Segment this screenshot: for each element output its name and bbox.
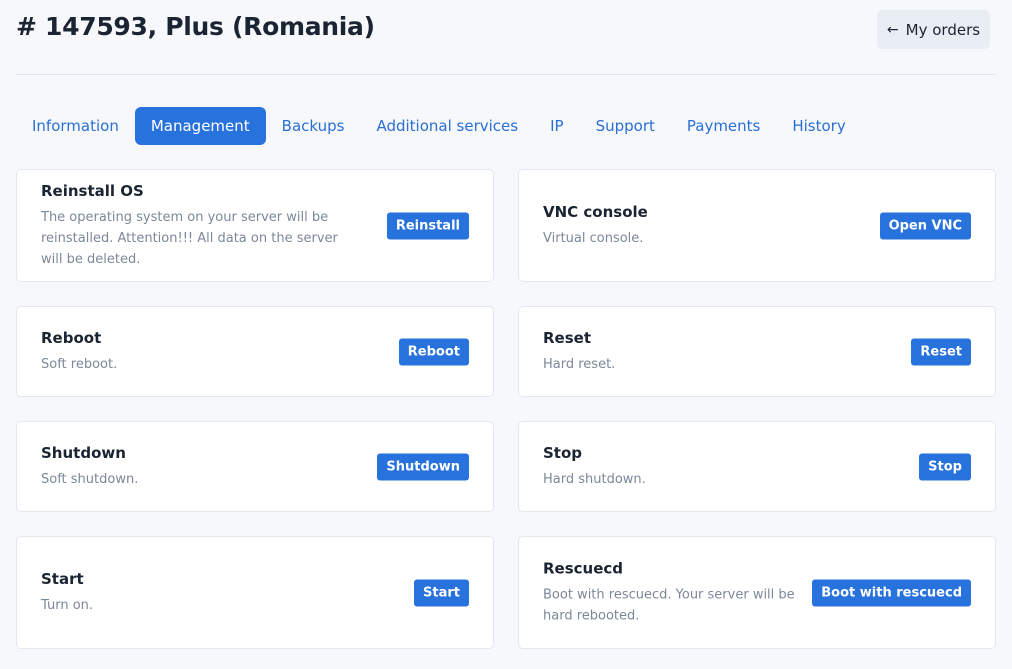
start-button[interactable]: Start (414, 579, 469, 606)
card-rescuecd: Rescuecd Boot with rescuecd. Your server… (518, 536, 996, 649)
reset-button[interactable]: Reset (911, 338, 971, 365)
card-vnc-console: VNC console Virtual console. Open VNC (518, 169, 996, 282)
tab-ip[interactable]: IP (534, 107, 579, 145)
tab-support[interactable]: Support (580, 107, 671, 145)
tab-information[interactable]: Information (16, 107, 135, 145)
boot-with-rescuecd-button[interactable]: Boot with rescuecd (812, 579, 971, 606)
tab-backups[interactable]: Backups (266, 107, 361, 145)
card-description: Hard shutdown. (543, 471, 646, 487)
card-description: Virtual console. (543, 230, 644, 246)
page-title: # 147593, Plus (Romania) (16, 12, 375, 41)
card-title: Reset (543, 328, 591, 347)
card-reset: Reset Hard reset. Reset (518, 306, 996, 397)
open-vnc-button[interactable]: Open VNC (879, 212, 971, 239)
stop-button[interactable]: Stop (919, 453, 971, 480)
tab-additional-services[interactable]: Additional services (360, 107, 534, 145)
shutdown-button[interactable]: Shutdown (377, 453, 469, 480)
card-shutdown: Shutdown Soft shutdown. Shutdown (16, 421, 494, 512)
page-header: # 147593, Plus (Romania) ← My orders (16, 0, 996, 75)
card-title: Reboot (41, 328, 102, 347)
card-description: Hard reset. (543, 356, 616, 372)
card-title: VNC console (543, 202, 648, 221)
card-description: Soft shutdown. (41, 471, 139, 487)
card-description: Boot with rescuecd. Your server will be … (543, 587, 795, 623)
card-reinstall-os: Reinstall OS The operating system on you… (16, 169, 494, 282)
card-start: Start Turn on. Start (16, 536, 494, 649)
tab-payments[interactable]: Payments (671, 107, 776, 145)
reinstall-button[interactable]: Reinstall (386, 212, 469, 239)
tab-management[interactable]: Management (134, 107, 266, 145)
card-title: Stop (543, 443, 583, 462)
card-description: The operating system on your server will… (41, 209, 338, 267)
reboot-button[interactable]: Reboot (398, 338, 469, 365)
my-orders-button[interactable]: ← My orders (877, 10, 990, 49)
tab-bar: Information Management Backups Additiona… (16, 107, 862, 145)
card-description: Turn on. (41, 597, 94, 613)
card-description: Soft reboot. (41, 356, 118, 372)
card-title: Rescuecd (543, 559, 624, 577)
card-title: Shutdown (41, 443, 126, 462)
card-title: Reinstall OS (41, 181, 144, 200)
arrow-left-icon: ← (886, 21, 899, 38)
card-reboot: Reboot Soft reboot. Reboot (16, 306, 494, 397)
tab-history[interactable]: History (776, 107, 861, 145)
card-title: Start (41, 569, 84, 588)
card-stop: Stop Hard shutdown. Stop (518, 421, 996, 512)
my-orders-label: My orders (905, 20, 981, 39)
